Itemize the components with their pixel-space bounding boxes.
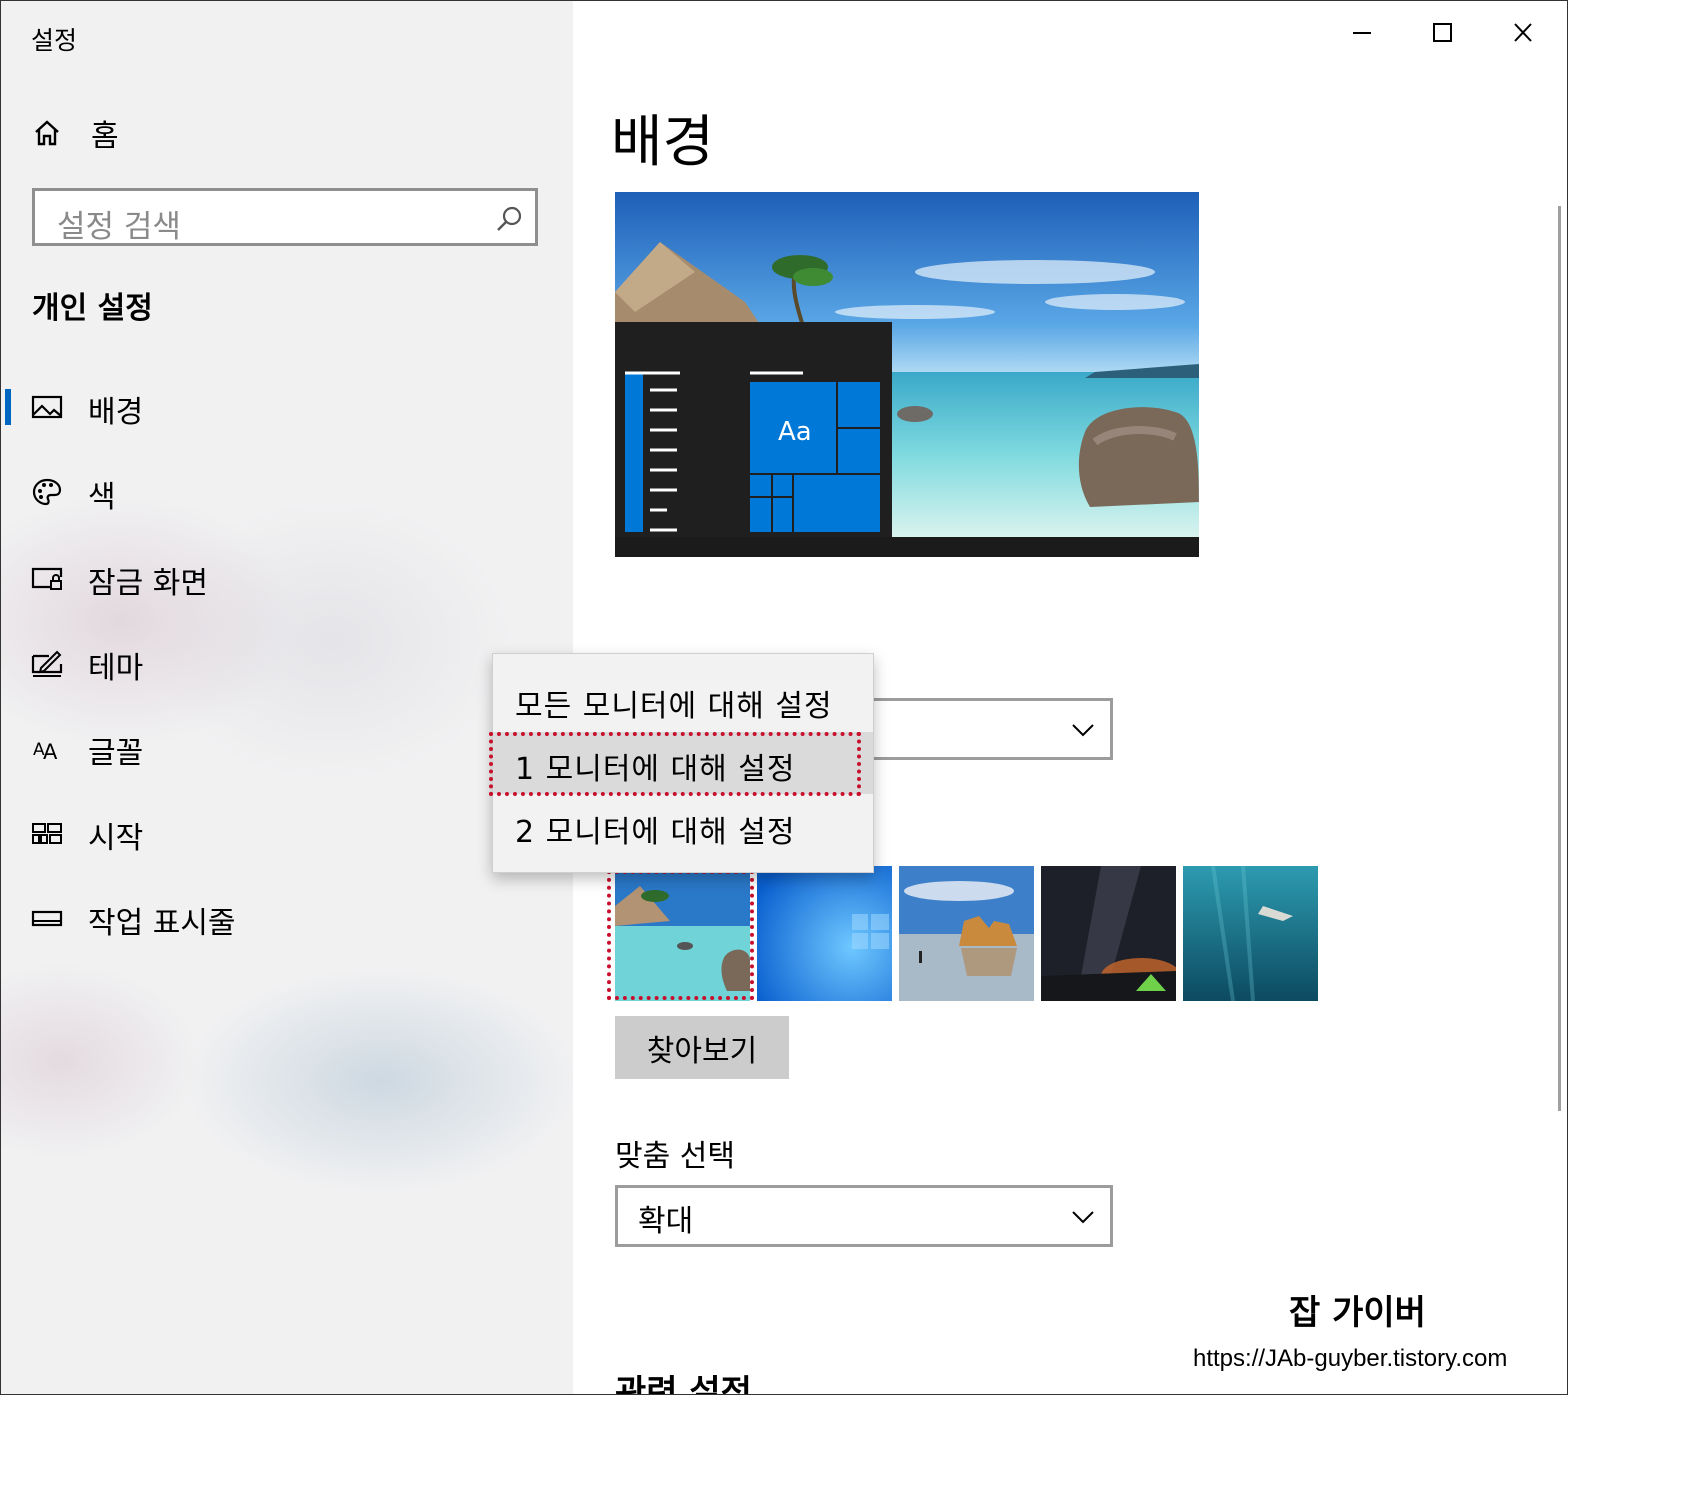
home-icon — [35, 120, 59, 146]
sidebar-item-color[interactable]: 색 — [1, 462, 573, 522]
page-title: 배경 — [611, 110, 715, 175]
menu-item-label: 1 모니터에 대해 설정 — [515, 752, 796, 787]
menu-item-all-monitors[interactable]: 모든 모니터에 대해 설정 — [493, 669, 873, 731]
thumbnail-milky-way-tent[interactable] — [1041, 866, 1176, 1001]
picture-icon — [31, 395, 63, 419]
section-title: 개인 설정 — [32, 291, 153, 326]
menu-item-label: 2 모니터에 대해 설정 — [515, 815, 796, 850]
sidebar-item-label: 색 — [88, 480, 116, 515]
thumbnail-underwater-swimmer[interactable] — [1183, 866, 1318, 1001]
font-icon: A A — [33, 740, 58, 763]
preview-image: Aa — [615, 192, 1199, 557]
palette-icon — [32, 478, 62, 506]
sidebar-item-label: 작업 표시줄 — [88, 906, 236, 941]
sidebar-item-label: 시작 — [88, 821, 144, 856]
sidebar-item-start[interactable]: 시작 — [1, 803, 573, 863]
lock-screen-icon — [31, 567, 63, 590]
fit-label: 맞춤 선택 — [615, 1139, 735, 1174]
menu-item-label: 모든 모니터에 대해 설정 — [515, 689, 833, 724]
fit-dropdown[interactable]: 확대 — [615, 1185, 1113, 1247]
sidebar-item-background[interactable]: 배경 — [1, 377, 573, 437]
monitor-context-menu: 모든 모니터에 대해 설정 1 모니터에 대해 설정 2 모니터에 대해 설정 — [492, 653, 874, 873]
maximize-icon[interactable] — [1423, 15, 1463, 51]
sidebar: 설정 홈 설정 검색 개인 설정 배경 색 잠금 화면 테마 A A 글꼴 시작… — [1, 1, 573, 1394]
settings-window: 설정 홈 설정 검색 개인 설정 배경 색 잠금 화면 테마 A A 글꼴 시작… — [0, 0, 1568, 1395]
watermark-title: 잡 가이버 — [1289, 1293, 1426, 1333]
browse-button[interactable]: 찾아보기 — [615, 1016, 789, 1079]
svg-text:A: A — [43, 740, 58, 763]
sidebar-item-label: 배경 — [88, 395, 144, 430]
home-nav-item[interactable]: 홈 — [33, 113, 119, 154]
sidebar-item-label: 잠금 화면 — [88, 566, 208, 601]
home-label: 홈 — [91, 119, 119, 154]
related-settings-heading: 관련 설정 — [615, 1373, 752, 1395]
search-icon — [497, 206, 522, 231]
chevron-down-icon — [1072, 1211, 1094, 1224]
fit-dropdown-value: 확대 — [638, 1204, 694, 1239]
minimize-icon[interactable] — [1341, 15, 1381, 51]
close-icon[interactable] — [1503, 15, 1543, 51]
sidebar-item-lock-screen[interactable]: 잠금 화면 — [1, 548, 573, 608]
scrollbar[interactable] — [1558, 206, 1561, 1111]
sidebar-item-label: 글꼴 — [88, 736, 144, 771]
start-tiles-icon — [32, 823, 62, 844]
sidebar-item-label: 테마 — [88, 651, 144, 686]
settings-search-box[interactable]: 설정 검색 — [32, 188, 538, 246]
watermark-url: https://JAb-guyber.tistory.com — [1193, 1345, 1508, 1372]
preview-tile-text: Aa — [778, 417, 812, 447]
chevron-down-icon — [1072, 724, 1094, 737]
taskbar-icon — [31, 910, 63, 927]
thumbnail-windows-blue[interactable] — [757, 866, 892, 1001]
sidebar-item-fonts[interactable]: A A 글꼴 — [1, 718, 573, 778]
app-title: 설정 — [31, 26, 78, 55]
background-preview: Aa — [615, 192, 1199, 557]
thumbnail-beach-resort[interactable] — [615, 866, 750, 1001]
thumbnail-rock-arch-beach[interactable] — [899, 866, 1034, 1001]
theme-brush-icon — [31, 650, 63, 677]
menu-item-monitor-1[interactable]: 1 모니터에 대해 설정 — [493, 732, 873, 794]
background-type-dropdown[interactable] — [835, 698, 1113, 760]
menu-item-monitor-2[interactable]: 2 모니터에 대해 설정 — [493, 795, 873, 857]
sidebar-item-theme[interactable]: 테마 — [1, 633, 573, 693]
sidebar-item-taskbar[interactable]: 작업 표시줄 — [1, 888, 573, 948]
search-placeholder: 설정 검색 — [57, 209, 181, 245]
